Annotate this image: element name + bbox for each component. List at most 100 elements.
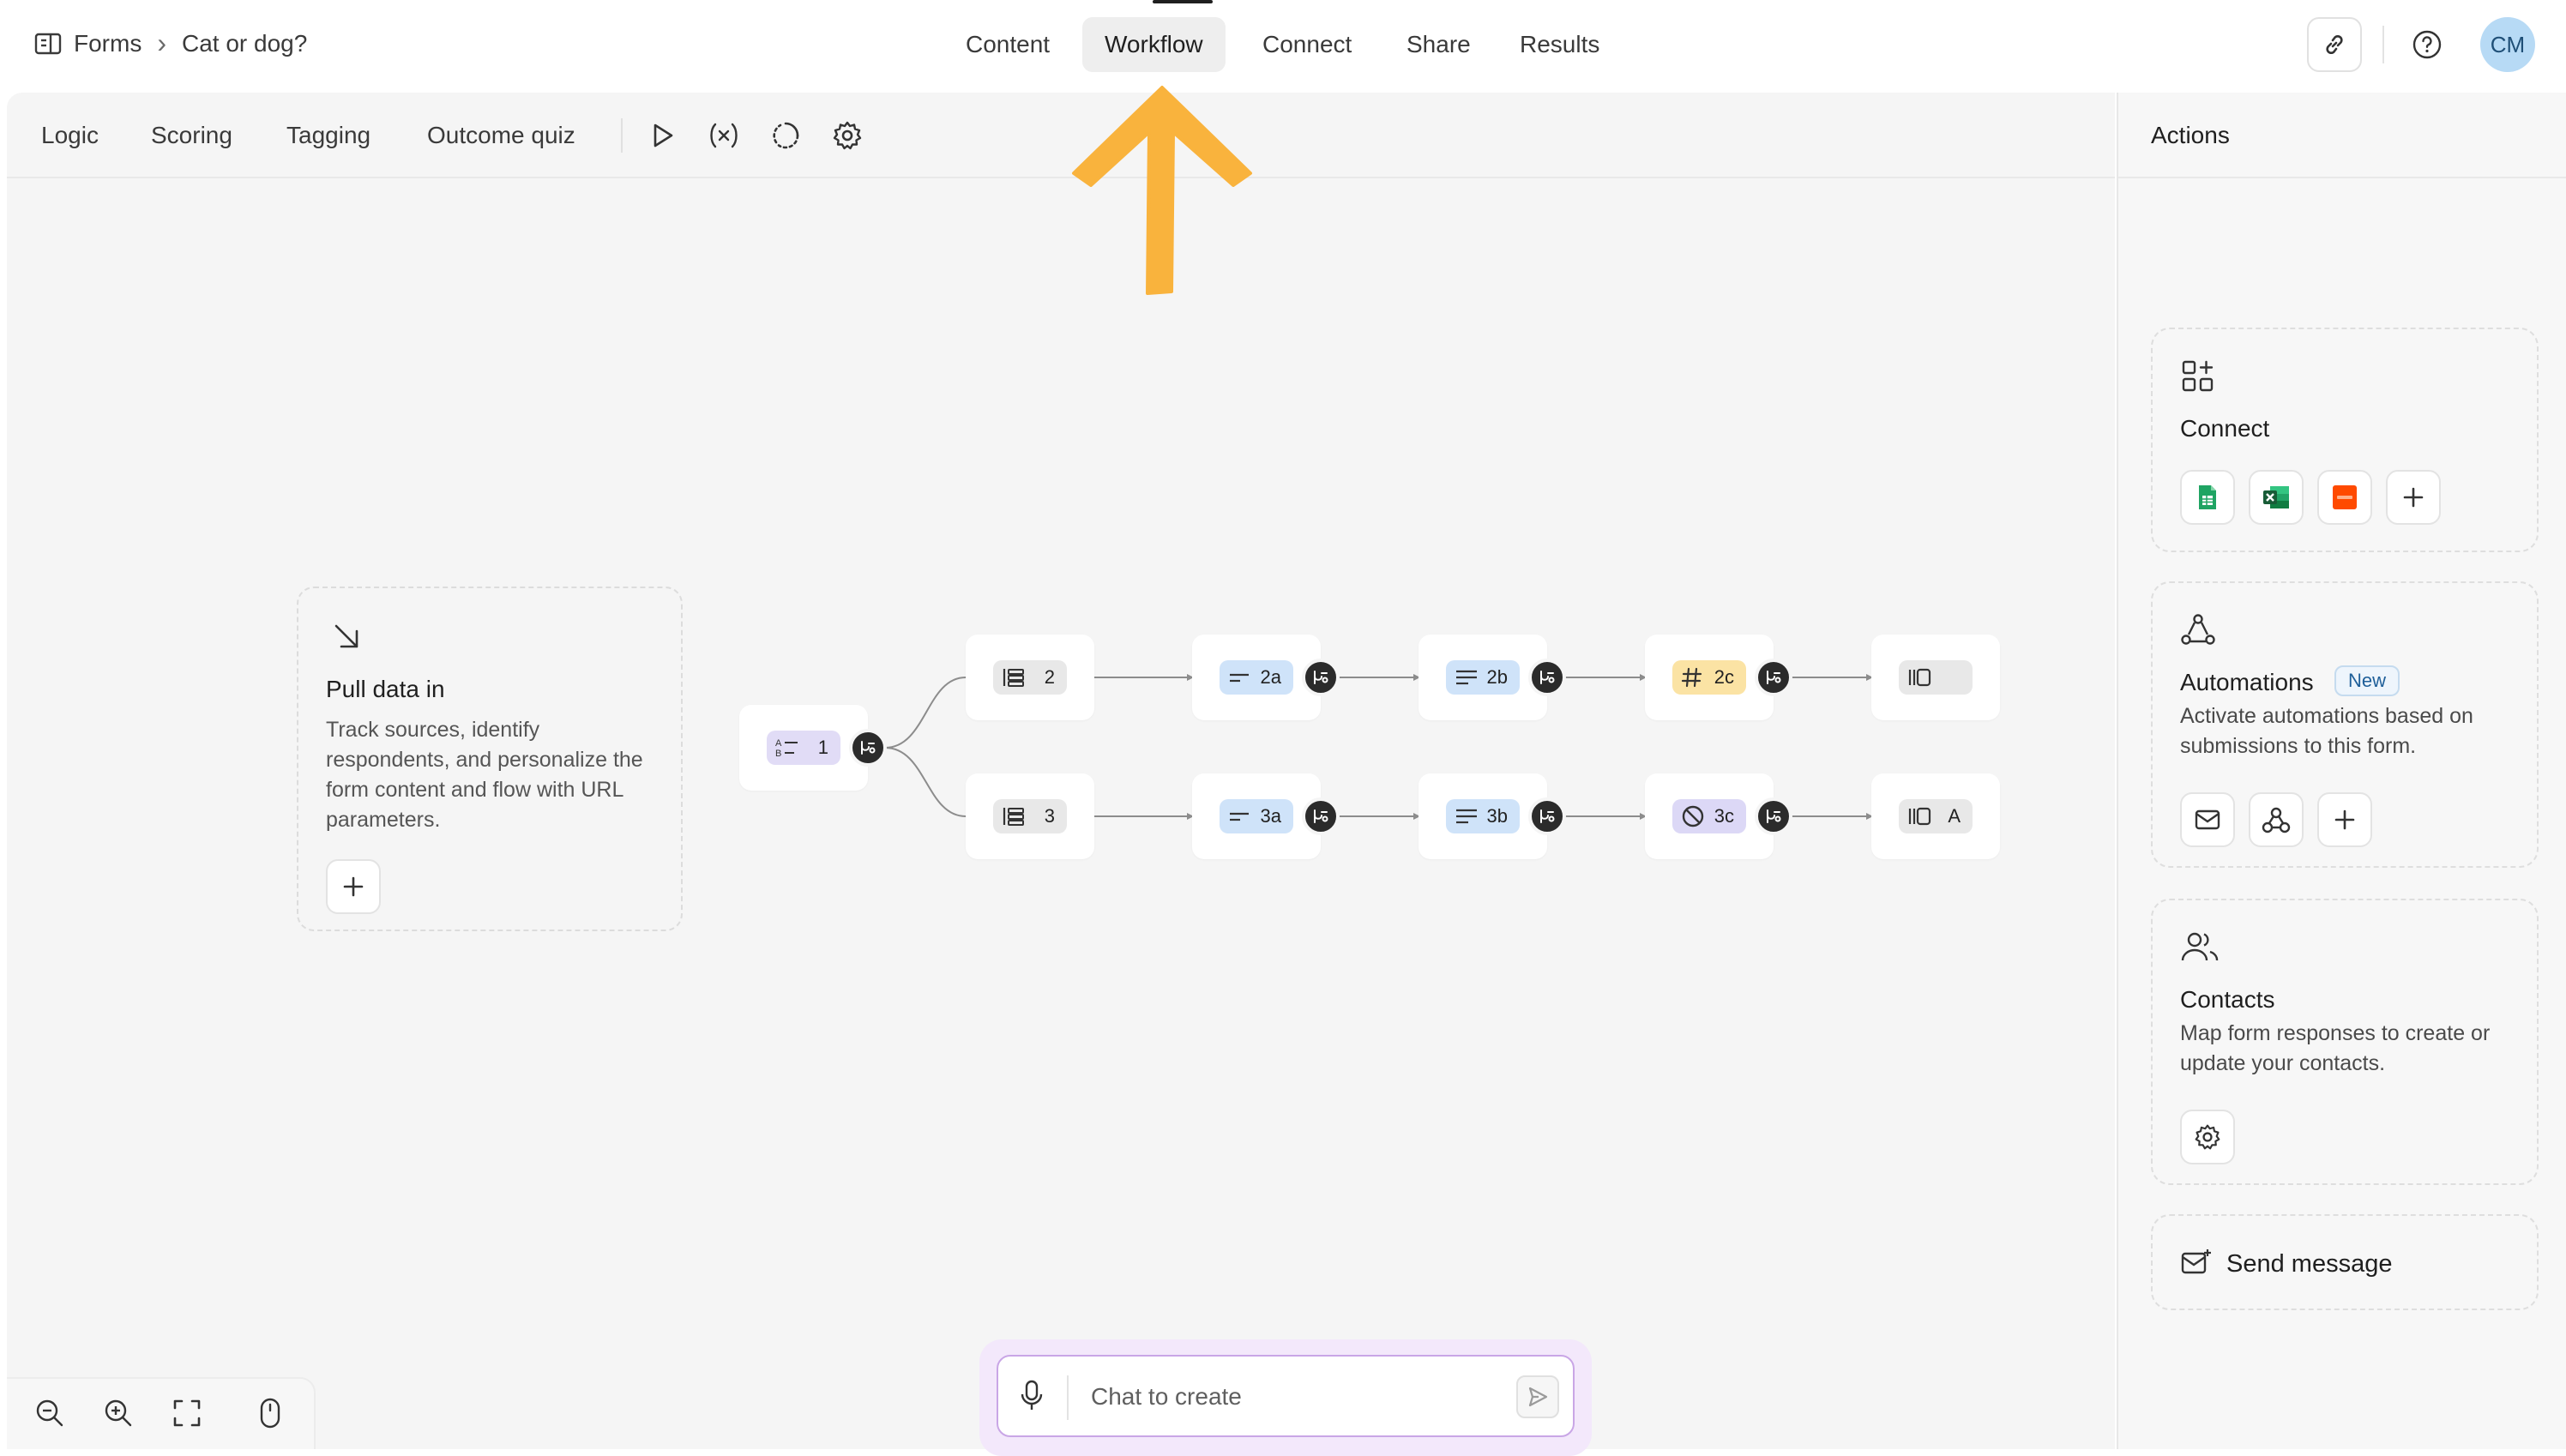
- send-icon: [1528, 1387, 1548, 1407]
- ending-pill: [1899, 660, 1973, 695]
- mouse-mode-icon[interactable]: [257, 1396, 283, 1430]
- question-number: 2: [1044, 666, 1055, 688]
- branch-icon: [1314, 671, 1328, 684]
- webhook-automation-button[interactable]: [2249, 792, 2304, 847]
- ending-pill: A: [1899, 799, 1973, 833]
- branch-logic-button-2a[interactable]: [1302, 659, 1340, 696]
- contacts-settings-button[interactable]: [2180, 1110, 2235, 1164]
- connect-card: Connect: [2151, 328, 2539, 552]
- question-number: 2a: [1260, 666, 1281, 688]
- mail-sparkle-icon: [2180, 1248, 2211, 1276]
- mail-icon: [2195, 809, 2220, 830]
- short-text-icon: [1228, 669, 1252, 686]
- branch-logic-button-1[interactable]: [849, 729, 887, 767]
- add-automation-button[interactable]: [2317, 792, 2372, 847]
- branch-logic-button-3c[interactable]: [1755, 797, 1792, 835]
- connect-title: Connect: [2180, 415, 2270, 442]
- zoom-out-icon[interactable]: [34, 1398, 65, 1429]
- flow-ending-a[interactable]: A: [1871, 773, 2000, 859]
- google-sheets-button[interactable]: [2180, 470, 2235, 525]
- automations-title: Automations: [2180, 669, 2314, 695]
- avatar[interactable]: CM: [2480, 17, 2535, 72]
- svg-text:A: A: [775, 738, 782, 749]
- automations-card: Automations New Activate automations bas…: [2151, 581, 2539, 868]
- settings-gear-icon: [2195, 1124, 2220, 1150]
- chat-divider: [1067, 1375, 1069, 1420]
- apps-grid-icon: [2180, 358, 2216, 394]
- email-automation-button[interactable]: [2180, 792, 2235, 847]
- question-number: 2c: [1714, 666, 1734, 688]
- avatar-initials: CM: [2490, 31, 2526, 57]
- excel-button[interactable]: [2249, 470, 2304, 525]
- microphone-icon[interactable]: [1019, 1379, 1045, 1413]
- automations-description: Activate automations based on submission…: [2180, 704, 2473, 758]
- question-pill-2: 2: [993, 660, 1067, 695]
- webhook-icon: [2262, 807, 2291, 833]
- question-pill-3: 3: [993, 799, 1067, 833]
- zoom-in-icon[interactable]: [103, 1398, 134, 1429]
- zapier-button[interactable]: [2317, 470, 2372, 525]
- zapier-icon: [2333, 485, 2357, 509]
- blocked-icon: [1681, 804, 1705, 828]
- choice-icon: AB: [775, 737, 801, 758]
- contacts-icon: [2180, 930, 2220, 966]
- help-button[interactable]: [2408, 26, 2446, 63]
- question-pill-3c: 3c: [1672, 799, 1746, 833]
- link-icon: [2322, 32, 2347, 57]
- branch-logic-button-3b[interactable]: [1528, 797, 1566, 835]
- flow-ending-top[interactable]: [1871, 635, 2000, 720]
- branch-logic-button-2c[interactable]: [1755, 659, 1792, 696]
- flow-node-2[interactable]: 2: [966, 635, 1094, 720]
- add-integration-button[interactable]: [2386, 470, 2441, 525]
- question-number: 3c: [1714, 805, 1734, 827]
- send-button[interactable]: [1516, 1375, 1559, 1418]
- canvas-zoom-controls: [7, 1377, 316, 1449]
- question-number: 3: [1044, 805, 1055, 827]
- chat-input-container[interactable]: Chat to create: [997, 1355, 1575, 1437]
- chat-placeholder: Chat to create: [1091, 1383, 1242, 1410]
- question-pill-2a: 2a: [1220, 660, 1293, 695]
- chat-to-create-box: Chat to create: [979, 1339, 1592, 1456]
- flow-connectors: [884, 674, 1873, 820]
- new-badge: New: [2334, 665, 2400, 696]
- branch-logic-button-2b[interactable]: [1528, 659, 1566, 696]
- contacts-card: Contacts Map form responses to create or…: [2151, 899, 2539, 1185]
- excel-icon: [2263, 486, 2289, 508]
- fit-view-icon[interactable]: [172, 1398, 202, 1429]
- svg-text:B: B: [775, 749, 781, 758]
- help-icon: [2412, 29, 2443, 60]
- copy-link-button[interactable]: [2307, 17, 2362, 72]
- branch-icon: [1767, 809, 1781, 823]
- question-number: 1: [817, 737, 828, 758]
- branch-icon: [1540, 671, 1555, 684]
- short-text-icon: [1228, 808, 1252, 825]
- add-icon: [2334, 809, 2355, 830]
- topbar-divider: [2382, 26, 2384, 63]
- branch-icon: [1767, 671, 1781, 684]
- ending-icon: [1907, 667, 1933, 688]
- question-number: 2b: [1486, 666, 1508, 688]
- add-icon: [2403, 487, 2424, 508]
- long-text-icon: [1455, 668, 1479, 687]
- question-pill-2b: 2b: [1446, 660, 1520, 695]
- question-pill-1: AB 1: [767, 731, 840, 765]
- flow-node-3[interactable]: 3: [966, 773, 1094, 859]
- branch-icon: [861, 741, 876, 755]
- ending-label: A: [1948, 805, 1961, 827]
- branch-icon: [1540, 809, 1555, 823]
- question-number: 3b: [1486, 805, 1508, 827]
- list-icon: [1002, 806, 1026, 827]
- question-pill-3a: 3a: [1220, 799, 1293, 833]
- send-message-card[interactable]: Send message: [2151, 1214, 2539, 1310]
- automation-icon: [2180, 612, 2216, 648]
- question-pill-2c: 2c: [1672, 660, 1746, 695]
- send-message-label: Send message: [2226, 1250, 2393, 1278]
- google-sheets-icon: [2199, 485, 2216, 509]
- long-text-icon: [1455, 807, 1479, 826]
- question-number: 3a: [1260, 805, 1281, 827]
- list-icon: [1002, 667, 1026, 688]
- ending-icon: [1907, 806, 1933, 827]
- question-pill-3b: 3b: [1446, 799, 1520, 833]
- branch-logic-button-3a[interactable]: [1302, 797, 1340, 835]
- actions-title: Actions: [2151, 122, 2230, 148]
